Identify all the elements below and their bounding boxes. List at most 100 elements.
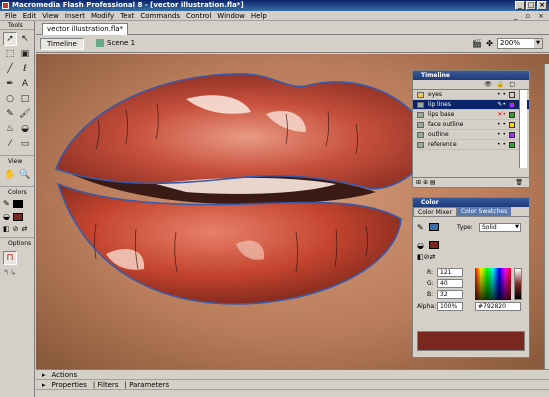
filters-tab[interactable]: Filters [98,381,119,389]
actions-panel-header[interactable]: ▸ Actions [36,370,549,380]
paint-bucket-tool-icon[interactable]: ◒ [18,122,32,136]
no-color-icon[interactable]: ⊘ [13,225,19,233]
stroke-pencil-icon[interactable]: ✎ [417,223,424,232]
eye-icon[interactable]: 👁 [484,80,492,89]
folder-icon [417,91,424,98]
zoom-tool-icon[interactable]: 🔍 [18,168,32,182]
outline-icon[interactable]: □ [509,80,515,89]
layer-icon [417,101,424,108]
fill-color-swatch[interactable] [12,212,23,221]
properties-panel-header[interactable]: ▸ Properties | Filters | Parameters [36,380,549,390]
smooth-straighten-icon[interactable]: ↰↳ [3,268,31,277]
stroke-color-swatch[interactable] [12,199,23,208]
menu-commands[interactable]: Commands [137,12,183,20]
tools-header: Tools [0,21,34,30]
doc-minimize-button[interactable]: _ [511,12,521,20]
eraser-tool-icon[interactable]: ▭ [18,137,32,151]
type-value: Solid [482,224,497,231]
fill-transform-tool-icon[interactable]: ▣ [18,47,32,61]
selection-tool-icon[interactable]: ➚ [3,32,17,46]
pen-tool-icon[interactable]: ✒ [3,77,17,91]
lasso-tool-icon[interactable]: ℓ [18,62,32,76]
menu-modify[interactable]: Modify [88,12,117,20]
g-field[interactable]: 40 [437,279,463,288]
color-panel-title[interactable]: Color [413,198,529,207]
add-guide-icon[interactable]: ⊕ [423,179,428,186]
chevron-down-icon: ▼ [515,224,519,230]
menu-text[interactable]: Text [117,12,137,20]
snap-to-objects-icon[interactable]: ⊓ [3,251,17,265]
free-transform-tool-icon[interactable]: ⬚ [3,47,17,61]
layer-row[interactable]: lips base ✕• [413,110,529,120]
swap-colors-icon[interactable]: ⇄ [22,225,28,233]
window-title: Macromedia Flash Professional 8 - [vecto… [12,1,244,9]
rectangle-tool-icon[interactable]: □ [18,92,32,106]
document-tab[interactable]: vector illustration.fla* [42,23,129,35]
menu-file[interactable]: File [2,12,20,20]
maximize-button[interactable]: □ [526,1,536,10]
bw-default-icon[interactable]: ◧⊘⇄ [417,253,435,261]
delete-layer-icon[interactable]: 🗑 [515,178,523,188]
parameters-tab[interactable]: Parameters [129,381,169,389]
fill-bucket-icon[interactable]: ◒ [417,241,424,250]
oval-tool-icon[interactable]: ○ [3,92,17,106]
timeline-frames-strip[interactable] [519,90,527,168]
expand-arrow-icon: ▸ [42,381,46,389]
color-panel: Color Color Mixer Color Swatches ✎ Type:… [412,197,530,358]
timeline-toggle-button[interactable]: Timeline [40,38,84,50]
tab-color-mixer[interactable]: Color Mixer [413,207,457,216]
layer-row[interactable]: face outline • • [413,120,529,130]
menu-window[interactable]: Window [214,12,248,20]
timeline-panel-title[interactable]: Timeline [413,71,529,80]
b-field[interactable]: 32 [437,290,463,299]
colors-section-label: Colors [0,186,34,197]
tab-color-swatches[interactable]: Color Swatches [456,207,512,216]
r-field[interactable]: 121 [437,268,463,277]
stroke-swatch[interactable] [429,223,439,231]
timeline-panel: Timeline 👁 🔒 □ eyes • • lip lines ✎• lip… [412,70,530,188]
layer-row[interactable]: eyes • • [413,90,529,100]
scene-icon [96,39,104,47]
minimize-button[interactable]: _ [515,1,525,10]
alpha-field[interactable]: 100% [437,302,463,311]
type-select[interactable]: Solid ▼ [479,223,521,232]
add-folder-icon[interactable]: ▤ [430,179,436,186]
hex-field[interactable]: #792820 [475,302,521,311]
brightness-slider[interactable] [514,268,522,300]
panel-collapse-bar[interactable] [544,64,549,369]
black-white-icon[interactable]: ◧ [3,225,10,233]
eyedropper-tool-icon[interactable]: ⁄ [3,137,17,151]
line-tool-icon[interactable]: ╱ [3,62,17,76]
menu-edit[interactable]: Edit [20,12,40,20]
fill-swatch[interactable] [429,241,439,249]
layer-name: face outline [428,121,464,128]
menu-view[interactable]: View [39,12,62,20]
r-label: R: [427,269,434,276]
layer-name: outline [428,131,449,138]
brush-tool-icon[interactable]: 🖌 [18,107,32,121]
ink-bottle-tool-icon[interactable]: ♨ [3,122,17,136]
layer-row[interactable]: outline • • [413,130,529,140]
text-tool-icon[interactable]: A [18,77,32,91]
pencil-tool-icon[interactable]: ✎ [3,107,17,121]
properties-tab[interactable]: Properties [52,381,87,389]
menu-control[interactable]: Control [183,12,214,20]
edit-scene-icon[interactable]: 🎬 [472,39,482,48]
scene-breadcrumb[interactable]: Scene 1 [96,39,135,47]
layer-row[interactable]: reference • • [413,140,529,150]
hand-tool-icon[interactable]: ✋ [3,168,17,182]
layer-row-selected[interactable]: lip lines ✎• [413,100,529,110]
subselection-tool-icon[interactable]: ↖ [18,32,32,46]
lock-icon[interactable]: 🔒 [497,80,504,89]
menu-insert[interactable]: Insert [62,12,88,20]
layer-icon [417,121,424,128]
add-layer-icon[interactable]: ⊞ [416,179,421,186]
b-label: B: [427,291,434,298]
edit-symbols-icon[interactable]: ✤ [486,39,493,48]
doc-restore-button[interactable]: ▫ [522,12,533,20]
color-spectrum[interactable] [475,268,511,300]
close-button[interactable]: × [537,1,547,10]
menu-help[interactable]: Help [248,12,270,20]
doc-close-button[interactable]: × [535,12,547,20]
zoom-dropdown[interactable]: 200% ▼ [497,38,543,49]
